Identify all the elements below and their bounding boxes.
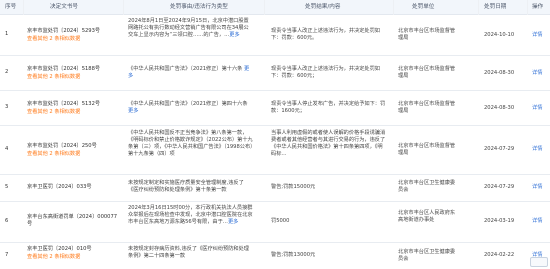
more-link[interactable]: 更多 xyxy=(229,32,239,38)
decision-number: 京丰台东高街道罚单〔2024〕000077号 xyxy=(27,214,119,228)
penalty-org: 北京市丰台区人民政府东高地街道办事处 xyxy=(398,210,456,223)
violation-text: 未按规定封存病历资料,违反了《医疗纠纷预防和处理条例》第二十四条第一款 xyxy=(128,246,249,259)
table-row: 2 京丰市监处罚〔2024〕5188号 查看其他 2 条相似数据 《中华人民共和… xyxy=(0,56,550,91)
violation-text: 《中华人民共和国反不正当竞争法》第八条第一款，《明码标价和禁止价格欺诈规定》（2… xyxy=(128,130,253,157)
table-row: 3 京丰市监处罚〔2024〕5132号 查看其他 2 条相似数据 《中华人民共和… xyxy=(0,91,550,126)
header-action: 操作 xyxy=(532,4,544,10)
violation-reason: 2024年8月1日至2024年9月15日，北京中潜口股置网路托公有执行数动经文营… xyxy=(128,18,253,39)
detail-link[interactable]: 详情 xyxy=(532,146,542,153)
penalty-org: 北京市丰台区市场监督管理局 xyxy=(398,28,456,41)
penalty-result: 现责令当事人停止发布广告，并决定给予如下：罚款：1600元； xyxy=(271,101,386,114)
header-result: 处罚结果/内容 xyxy=(305,4,341,10)
detail-link[interactable]: 详情 xyxy=(532,218,542,225)
table-header: 序号 决定文书号 处罚事由/违法行为类型 处罚结果/内容 处罚单位 处罚日期 操… xyxy=(0,0,550,15)
penalty-result: 现责令当事人改正上述违法行为，并决定处罚如下：罚款：600元； xyxy=(271,66,380,79)
decision-number-text[interactable]: 京丰卫医罚〔2024〕033号 xyxy=(27,184,92,190)
header-doc: 决定文书号 xyxy=(50,4,78,10)
table-row: 5 京丰卫医罚〔2024〕033号 未按规定制定和实施医疗质量安全管理制度,违反… xyxy=(0,175,550,202)
table-row: 6 京丰台东高街道罚单〔2024〕000077号 2024年3月16日15时00… xyxy=(0,202,550,243)
penalty-result: 警告;罚款15000元 xyxy=(271,184,316,190)
similar-data-link[interactable]: 查看其他 2 条相似数据 xyxy=(27,109,119,116)
detail-link[interactable]: 详情 xyxy=(532,32,542,39)
detail-link[interactable]: 详情 xyxy=(532,184,542,191)
penalty-date: 2024-08-30 xyxy=(484,105,515,111)
penalty-table: 序号 决定文书号 处罚事由/违法行为类型 处罚结果/内容 处罚单位 处罚日期 操… xyxy=(0,0,550,269)
similar-data-link[interactable]: 查看其他 2 条相似数据 xyxy=(27,36,119,43)
violation-reason: 《中华人民共和国广告法》（2021修正）第四十六条 更多 xyxy=(128,101,253,115)
similar-data-link[interactable]: 查看其他 2 条相似数据 xyxy=(27,151,119,158)
penalty-org: 北京市丰台区卫生健康委员会 xyxy=(398,249,456,262)
decision-number: 京丰卫医罚〔2024〕033号 xyxy=(27,184,119,191)
row-number: 7 xyxy=(5,252,9,258)
penalty-date: 2024-07-29 xyxy=(484,184,515,190)
decision-number-text[interactable]: 京丰卫医罚〔2024〕010号 xyxy=(27,246,92,252)
row-number: 4 xyxy=(5,146,9,152)
penalty-date: 2024-10-10 xyxy=(484,32,515,38)
penalty-result: 警告;罚款13000元 xyxy=(271,252,316,258)
header-org: 处罚单位 xyxy=(412,4,435,10)
violation-reason: 《中华人民共和国反不正当竞争法》第八条第一款，《明码标价和禁止价格欺诈规定》（2… xyxy=(128,130,253,158)
penalty-result: 现责令当事人改正上述违法行为，并决定处罚如下：罚款：600元。 xyxy=(271,28,380,41)
header-date: 处罚日期 xyxy=(484,4,507,10)
row-number: 1 xyxy=(5,31,9,37)
violation-reason: 未按规定制定和实施医疗质量安全管理制度,违反了《医疗纠纷预防和处理条例》第十条第… xyxy=(128,180,253,194)
header-fact: 处罚事由/违法行为类型 xyxy=(170,4,228,10)
similar-data-link[interactable]: 查看其他 2 条相似数据 xyxy=(27,74,119,81)
table-row: 7 京丰卫医罚〔2024〕010号 查看其他 2 条相似数据 未按规定封存病历资… xyxy=(0,243,550,269)
penalty-org: 北京市丰台区市场监督管理局 xyxy=(398,101,456,114)
penalty-date: 2024-03-19 xyxy=(484,218,515,224)
table-row: 1 京丰市监处罚〔2024〕5293号 查看其他 2 条相似数据 2024年8月… xyxy=(0,15,550,56)
decision-number: 京丰市监处罚〔2024〕5132号 查看其他 2 条相似数据 xyxy=(27,101,119,116)
penalty-date: 2024-08-30 xyxy=(484,70,515,76)
decision-number: 京丰市监处罚〔2024〕5293号 查看其他 2 条相似数据 xyxy=(27,28,119,43)
scroll-corner-handle[interactable] xyxy=(530,257,548,267)
penalty-date: 2024-02-22 xyxy=(484,252,515,258)
more-link[interactable]: 更多 xyxy=(128,108,138,114)
decision-number-text[interactable]: 京丰市监处罚〔2024〕5188号 xyxy=(27,66,100,72)
row-number: 3 xyxy=(5,104,9,110)
violation-reason: 未按规定封存病历资料,违反了《医疗纠纷预防和处理条例》第二十四条第一款 xyxy=(128,246,253,260)
violation-text: 未按规定制定和实施医疗质量安全管理制度,违反了《医疗纠纷预防和处理条例》第十条第… xyxy=(128,180,244,193)
decision-number-text[interactable]: 京丰市监处罚〔2024〕5293号 xyxy=(27,28,100,34)
more-link[interactable]: 更多 xyxy=(228,219,238,225)
header-num: 序号 xyxy=(5,4,17,10)
decision-number: 京丰卫医罚〔2024〕010号 查看其他 2 条相似数据 xyxy=(27,246,119,261)
penalty-org: 北京市丰台区市场监督管理局 xyxy=(398,66,456,79)
decision-number-text[interactable]: 京丰台东高街道罚单〔2024〕000077号 xyxy=(27,214,117,227)
row-number: 6 xyxy=(5,218,9,224)
violation-text: 《中华人民共和国广告法》（2021修正）第十六条 xyxy=(128,66,243,72)
detail-link[interactable]: 详情 xyxy=(532,70,542,77)
violation-reason: 2024年3月16日15时00分，本行政机关执法人员接群众举报后在现场检查中发现… xyxy=(128,205,253,226)
table-row: 4 京丰市监处罚〔2024〕250号 查看其他 2 条相似数据 《中华人民共和国… xyxy=(0,126,550,175)
violation-text: 《中华人民共和国广告法》（2021修正）第四十六条 xyxy=(128,101,248,107)
decision-number: 京丰市监处罚〔2024〕5188号 查看其他 2 条相似数据 xyxy=(27,66,119,81)
penalty-result: 当事人利用虚假的或者使人误解的价格手段诱骗消费者或者其他经营者与其进行交易的行为… xyxy=(271,130,386,157)
row-number: 2 xyxy=(5,69,9,75)
detail-link[interactable]: 详情 xyxy=(532,105,542,112)
violation-reason: 《中华人民共和国广告法》（2021修正）第十六条 更多 xyxy=(128,66,253,80)
penalty-org: 北京市丰台区市场监督管理局 xyxy=(398,143,456,156)
penalty-date: 2024-07-29 xyxy=(484,146,515,152)
penalty-result: 罚5000 xyxy=(271,218,290,224)
decision-number-text[interactable]: 京丰市监处罚〔2024〕5132号 xyxy=(27,101,100,107)
penalty-org: 北京市丰台区卫生健康委员会 xyxy=(398,180,456,193)
similar-data-link[interactable]: 查看其他 2 条相似数据 xyxy=(27,254,119,261)
decision-number-text[interactable]: 京丰市监处罚〔2024〕250号 xyxy=(27,143,97,149)
row-number: 5 xyxy=(5,184,9,190)
decision-number: 京丰市监处罚〔2024〕250号 查看其他 2 条相似数据 xyxy=(27,143,119,158)
